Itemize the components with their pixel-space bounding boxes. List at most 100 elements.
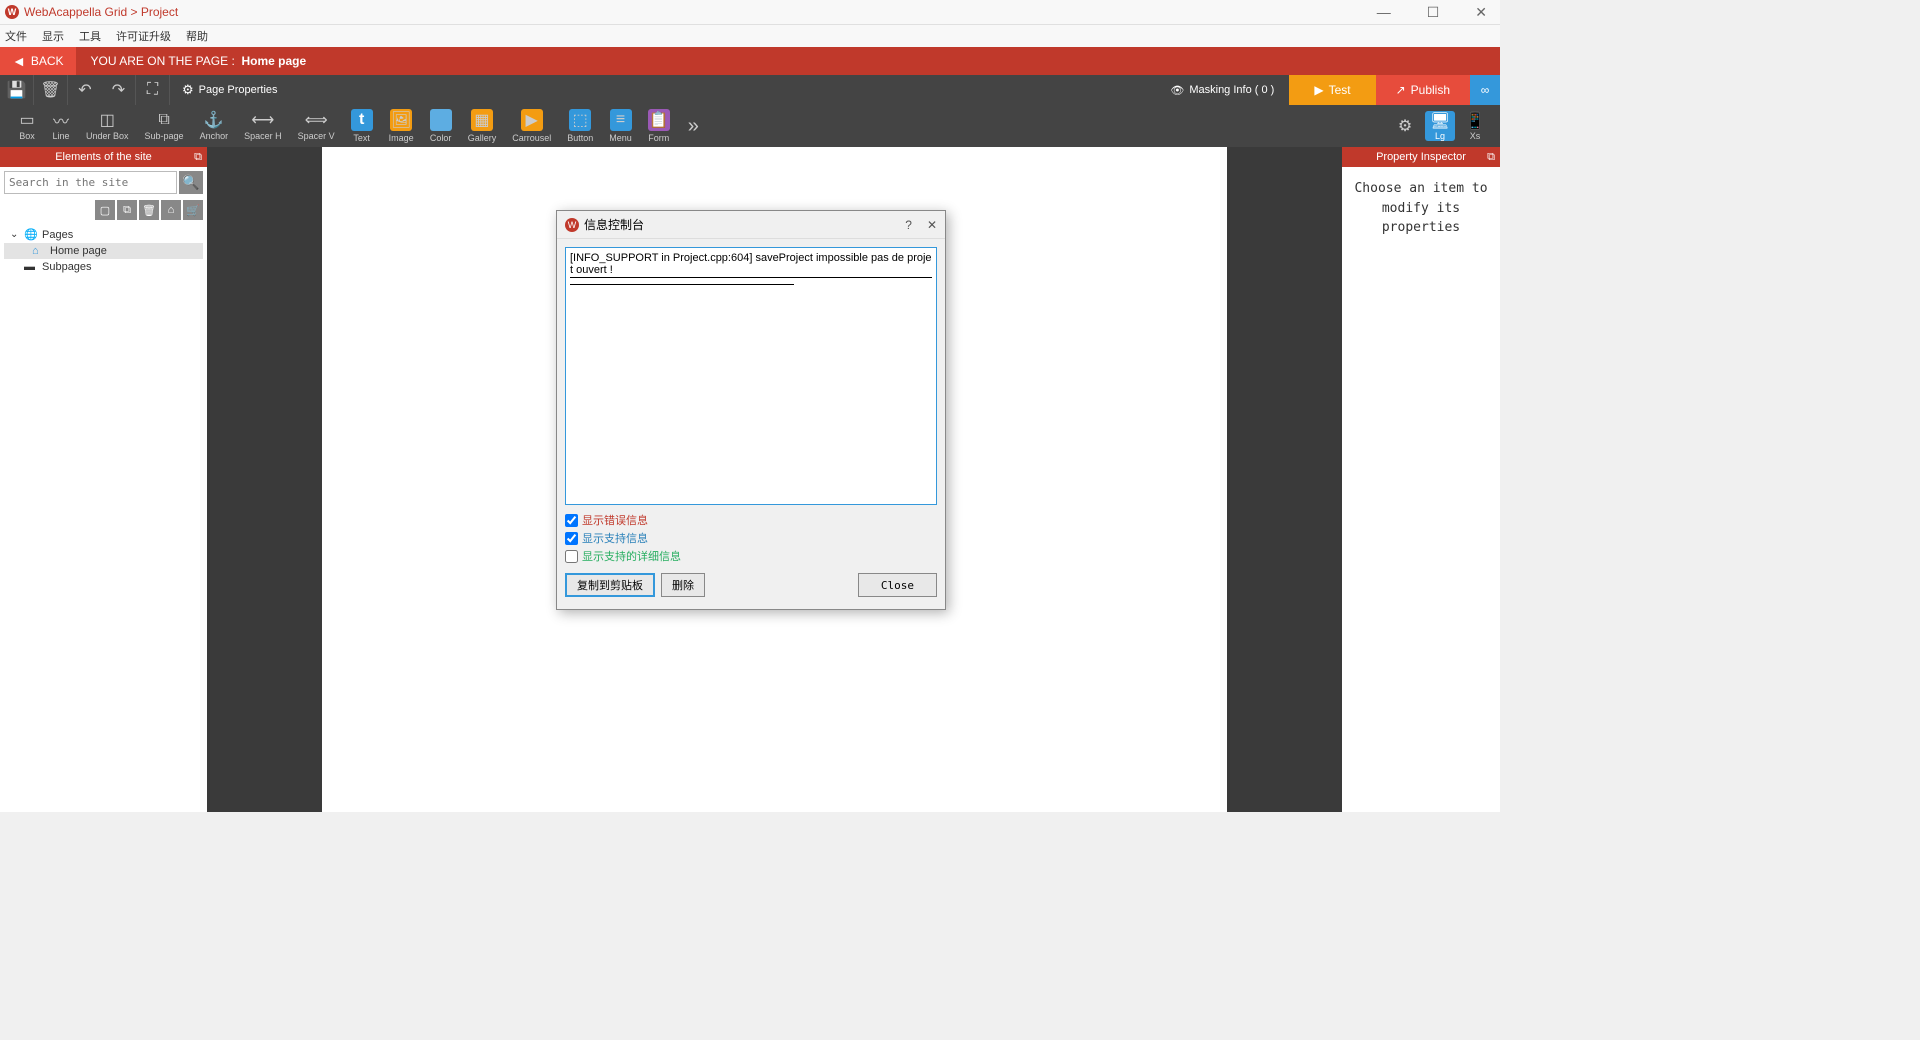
back-label: BACK (31, 54, 64, 68)
redo-button[interactable]: ↷ (102, 75, 136, 105)
maximize-button[interactable]: ☐ (1419, 4, 1448, 21)
tree-pages-node[interactable]: ⌄ 🌐 Pages (4, 226, 203, 243)
anchor-icon: ⚓ (205, 111, 223, 129)
add-page-button[interactable]: ▢ (95, 200, 115, 220)
tool-spacer-h[interactable]: ⟷Spacer H (236, 105, 290, 147)
tool-line[interactable]: 〰Line (44, 105, 78, 147)
menubar: 文件 显示 工具 许可证升级 帮助 (0, 25, 1500, 47)
current-page-name: Home page (241, 54, 306, 68)
tool-menu[interactable]: ≡Menu (601, 105, 640, 147)
popout-icon[interactable]: ⧉ (194, 151, 202, 164)
property-inspector-panel: Property Inspector ⧉ Choose an item to m… (1342, 147, 1500, 812)
trash-button[interactable]: 🗑 (139, 200, 159, 220)
globe-icon: 🌐 (24, 228, 38, 241)
copy-clipboard-button[interactable]: 复制到剪贴板 (565, 573, 655, 597)
line-icon: 〰 (52, 111, 70, 129)
app-logo-icon: W (5, 5, 19, 19)
color-icon (430, 109, 452, 131)
property-header: Property Inspector ⧉ (1342, 147, 1500, 167)
share-icon: ∞ (1481, 83, 1490, 97)
tool-underbox[interactable]: ◫Under Box (78, 105, 137, 147)
close-window-button[interactable]: ✕ (1467, 4, 1495, 21)
window-title: WebAcappella Grid > Project (24, 5, 178, 19)
chk-show-support[interactable]: 显示支持信息 (565, 529, 937, 547)
spacer-h-icon: ⟷ (254, 111, 272, 129)
dialog-titlebar[interactable]: W 信息控制台 ? ✕ (557, 211, 945, 239)
subpage-icon: ⧉ (155, 111, 173, 129)
tool-color[interactable]: Color (422, 105, 460, 147)
search-button[interactable]: 🔍 (179, 171, 203, 194)
tool-image[interactable]: 🖼Image (381, 105, 422, 147)
search-input[interactable] (4, 171, 177, 194)
device-lg-button[interactable]: 🖥Lg (1425, 111, 1455, 141)
tree-homepage-node[interactable]: ⌂ Home page (4, 243, 203, 259)
tool-text[interactable]: tText (343, 105, 381, 147)
share-button[interactable]: ∞ (1470, 75, 1500, 105)
more-tools-button[interactable]: » (678, 115, 709, 138)
tool-anchor[interactable]: ⚓Anchor (192, 105, 237, 147)
eye-icon: 👁 (1170, 84, 1184, 97)
close-dialog-button[interactable]: Close (858, 573, 937, 597)
tool-gallery[interactable]: ▦Gallery (460, 105, 505, 147)
chk-show-errors[interactable]: 显示错误信息 (565, 511, 937, 529)
device-xs-button[interactable]: 📱Xs (1460, 111, 1490, 141)
tool-form[interactable]: 📋Form (640, 105, 678, 147)
property-message: Choose an item to modify its properties (1342, 167, 1500, 250)
folder-icon: ▬ (24, 261, 38, 273)
console-output[interactable]: [INFO_SUPPORT in Project.cpp:604] savePr… (565, 247, 937, 505)
undo-button[interactable]: ↶ (68, 75, 102, 105)
delete-log-button[interactable]: 删除 (661, 573, 705, 597)
dialog-help-button[interactable]: ? (905, 218, 912, 232)
tool-button[interactable]: ⬚Button (559, 105, 601, 147)
test-button[interactable]: ▶ Test (1289, 75, 1375, 105)
text-icon: t (351, 109, 373, 131)
mobile-icon: 📱 (1465, 111, 1485, 131)
tool-box[interactable]: ▭Box (10, 105, 44, 147)
gear-icon: ⚙ (182, 82, 194, 98)
page-prefix: YOU ARE ON THE PAGE : (91, 54, 235, 68)
play-icon: ▶ (1314, 83, 1323, 97)
dialog-close-x-button[interactable]: ✕ (927, 218, 937, 232)
minimize-button[interactable]: — (1369, 4, 1399, 21)
site-tree: ⌄ 🌐 Pages ⌂ Home page ▬ Subpages (0, 222, 207, 279)
collapse-button[interactable]: ⛶ (136, 75, 170, 105)
save-button[interactable]: 💾 (0, 75, 34, 105)
menu-tool-icon: ≡ (610, 109, 632, 131)
tool-spacer-v[interactable]: ⟺Spacer V (290, 105, 343, 147)
gallery-icon: ▦ (471, 109, 493, 131)
back-arrow-icon: ◄ (12, 53, 26, 69)
tool-subpage[interactable]: ⧉Sub-page (137, 105, 192, 147)
elements-panel: Elements of the site ⧉ 🔍 ▢ ⧉ 🗑 ⌂ 🛒 ⌄ 🌐 P… (0, 147, 207, 812)
dialog-logo-icon: W (565, 218, 579, 232)
menu-help[interactable]: 帮助 (186, 28, 208, 44)
console-separator (570, 284, 794, 285)
box-icon: ▭ (18, 111, 36, 129)
menu-file[interactable]: 文件 (5, 28, 27, 44)
tool-carrousel[interactable]: ▶Carrousel (504, 105, 559, 147)
chevron-down-icon: ⌄ (10, 229, 20, 240)
delete-button[interactable]: 🗑 (34, 75, 68, 105)
home-button[interactable]: ⌂ (161, 200, 181, 220)
settings-device-button[interactable]: ⚙ (1390, 111, 1420, 141)
cart-button[interactable]: 🛒 (183, 200, 203, 220)
main-toolbar: 💾 🗑 ↶ ↷ ⛶ ⚙ Page Properties 👁 Masking In… (0, 75, 1500, 105)
duplicate-button[interactable]: ⧉ (117, 200, 137, 220)
titlebar: W WebAcappella Grid > Project — ☐ ✕ (0, 0, 1500, 25)
masking-info-button[interactable]: 👁 Masking Info ( 0 ) (1155, 84, 1289, 97)
info-console-dialog: W 信息控制台 ? ✕ [INFO_SUPPORT in Project.cpp… (556, 210, 946, 610)
button-tool-icon: ⬚ (569, 109, 591, 131)
page-props-label: Page Properties (199, 84, 278, 96)
menu-display[interactable]: 显示 (42, 28, 64, 44)
test-label: Test (1329, 83, 1351, 97)
search-icon: 🔍 (182, 174, 199, 191)
page-properties-button[interactable]: ⚙ Page Properties (170, 82, 290, 98)
chk-show-detail[interactable]: 显示支持的详细信息 (565, 547, 937, 565)
console-line: [INFO_SUPPORT in Project.cpp:604] savePr… (570, 252, 932, 278)
menu-license[interactable]: 许可证升级 (116, 28, 171, 44)
publish-button[interactable]: ↗ Publish (1376, 75, 1470, 105)
dialog-title: 信息控制台 (584, 216, 644, 233)
tree-subpages-node[interactable]: ▬ Subpages (4, 259, 203, 275)
back-button[interactable]: ◄ BACK (0, 47, 76, 75)
menu-tool[interactable]: 工具 (79, 28, 101, 44)
popout-right-icon[interactable]: ⧉ (1487, 151, 1495, 164)
